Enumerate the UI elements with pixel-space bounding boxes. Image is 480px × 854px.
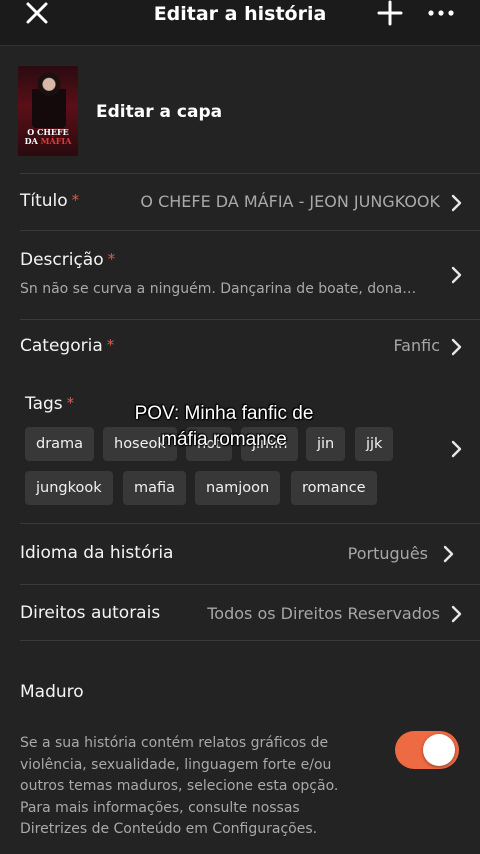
language-value: Português [347,544,428,563]
chevron-right-icon [443,545,454,563]
chevron-right-icon [451,338,462,356]
title-label: Título * [20,191,80,211]
cover-image[interactable]: O CHEFE DA MÁFIA [18,66,78,156]
page-title: Editar a história [153,3,327,25]
chevron-right-icon [451,194,462,212]
chevron-right-icon [451,605,462,623]
description-row[interactable]: Descrição * Sn não se curva a ninguém. Da… [0,231,480,319]
divider [20,640,480,641]
edit-cover-row[interactable]: O CHEFE DA MÁFIA [0,47,480,173]
plus-icon[interactable] [375,0,405,28]
description-value: Sn não se curva a ninguém. Dançarina de … [20,281,417,297]
tag-chip[interactable]: romance [291,471,377,505]
toggle-knob [423,734,455,766]
tag-chip[interactable]: namjoon [195,471,281,505]
mature-toggle[interactable] [395,731,459,769]
cover-image-title: O CHEFE DA MÁFIA [24,127,72,146]
mature-label: Maduro [20,682,84,702]
cover-figure [32,72,66,128]
chevron-right-icon [451,440,462,458]
language-label: Idioma da história [20,543,174,563]
title-value: O CHEFE DA MÁFIA - JEON JUNGKOOK [140,192,440,211]
title-row[interactable]: Título * O CHEFE DA MÁFIA - JEON JUNGKOOK [0,174,480,230]
description-label: Descrição * [20,250,116,270]
tag-chip[interactable]: mafia [123,471,187,505]
top-bar: Editar a história [0,0,480,46]
overlay-caption-line2: máfia romance [161,429,287,450]
tag-chip[interactable]: jungkook [25,471,113,505]
copyright-row[interactable]: Direitos autorais Todos os Direitos Rese… [0,585,480,641]
overlay-caption-line1: POV: Minha fanfic de [134,403,314,424]
mature-description: Se a sua história contém relatos gráfico… [20,735,339,838]
edit-cover-label[interactable]: Editar a capa [96,99,222,125]
more-icon[interactable] [428,8,454,18]
category-row[interactable]: Categoria * Fanfic [0,320,480,374]
copyright-label: Direitos autorais [20,603,161,623]
language-row[interactable]: Idioma da história Português [0,524,480,584]
copyright-value: Todos os Direitos Reservados [207,604,440,623]
category-value: Fanfic [393,336,440,355]
chevron-right-icon [451,266,462,284]
category-label: Categoria * [20,336,115,356]
